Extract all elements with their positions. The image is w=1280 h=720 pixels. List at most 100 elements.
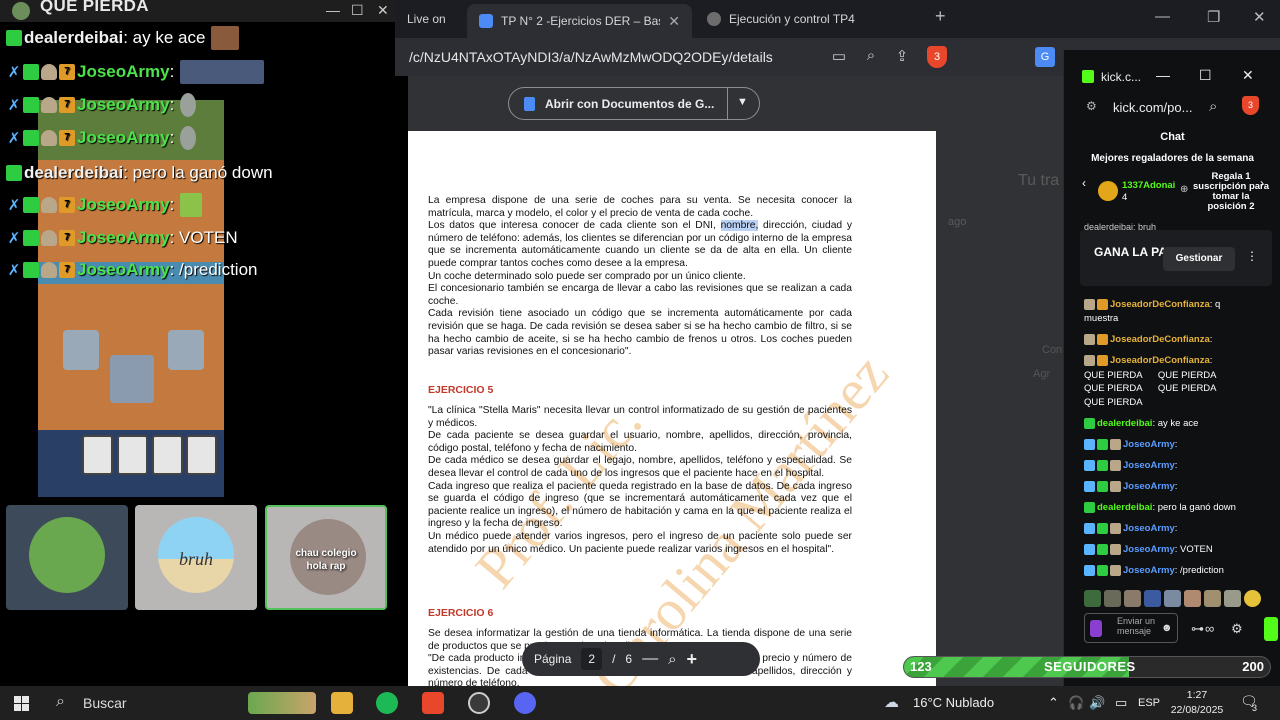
tab-live[interactable]: Live on (395, 4, 470, 34)
popup-url[interactable]: kick.com/po... (1113, 100, 1192, 115)
chat-username: dealerdeibai (24, 28, 124, 47)
tab-ejercicios-der[interactable]: TP N° 2 -Ejercicios DER – Base de ✕ (467, 4, 692, 38)
pin-icon[interactable]: ⊶ (1191, 621, 1204, 637)
exercise-heading: EJERCICIO 5 (428, 384, 494, 396)
chevron-left-icon[interactable]: ‹ (1082, 176, 1086, 190)
paragraph: De cada paciente se desea guardar el usu… (428, 430, 852, 454)
chat-text: : (1209, 355, 1213, 366)
site-settings-icon[interactable]: ⚙ (1086, 99, 1097, 113)
emote-icon[interactable] (1104, 590, 1121, 607)
chat-text: QUE PIERDA QUE PIERDA (1084, 370, 1217, 381)
zoom-icon[interactable]: ⌕ (861, 47, 881, 67)
battery-icon[interactable]: ▭ (1115, 695, 1127, 711)
emote-icon[interactable] (1204, 590, 1221, 607)
emote-icon[interactable] (1244, 590, 1261, 607)
weather-label[interactable]: 16°C Nublado (913, 695, 994, 710)
manage-button[interactable]: Gestionar (1163, 247, 1235, 271)
taskbar-search[interactable]: ⌕ Buscar (48, 690, 238, 716)
language-label[interactable]: ESP (1138, 697, 1160, 709)
translate-icon[interactable]: G (1035, 47, 1055, 67)
hat-badge-icon (41, 262, 57, 278)
chat-text: : VOTEN (169, 228, 238, 247)
divider (727, 88, 728, 119)
popup-urlbar: ⚙ kick.com/po... ⌕ 3 (1064, 92, 1280, 122)
pinned-prediction: GANA LA PARTIDA... Gestionar ⋮ (1080, 230, 1272, 286)
emote-icon[interactable] (1164, 590, 1181, 607)
emote-icon[interactable] (1224, 590, 1241, 607)
windows-start-icon[interactable] (14, 696, 29, 711)
close-icon[interactable]: ✕ (377, 2, 389, 19)
restore-icon[interactable]: ☐ (351, 2, 364, 19)
headset-icon[interactable]: 🎧 (1068, 695, 1084, 711)
tab-ejecucion-tp4[interactable]: Ejecución y control TP4 (695, 4, 920, 34)
screen-icon[interactable]: ▭ (829, 47, 849, 67)
hat-badge-icon (41, 197, 57, 213)
chat-message: JoseadorDeConfianza: (1084, 333, 1212, 346)
sword-badge-icon: ✗ (7, 230, 21, 247)
search-label: Buscar (83, 695, 127, 711)
emote-icon[interactable] (1184, 590, 1201, 607)
cam-label: chau colegio hola rap (295, 548, 357, 572)
obs-icon[interactable] (468, 692, 490, 714)
close-tab-icon[interactable]: ✕ (668, 13, 680, 30)
open-with-docs-button[interactable]: Abrir con Documentos de G... ▼ (508, 87, 760, 120)
open-with-label: Abrir con Documentos de G... (545, 96, 715, 111)
minimize-icon[interactable]: — (1155, 8, 1170, 25)
chat-message: QUE PIERDA QUE PIERDA (1084, 382, 1217, 395)
sword-badge-icon (1084, 460, 1095, 471)
brave-shield-icon[interactable]: 3 (1242, 96, 1259, 115)
emote-icon[interactable] (1084, 590, 1101, 607)
game-tower (168, 330, 204, 370)
chat-text: muestra (1084, 313, 1119, 324)
chat-username: dealerdeibai (1097, 418, 1153, 429)
restore-icon[interactable]: ❐ (1207, 8, 1220, 26)
user-badge-icon[interactable] (1090, 620, 1102, 637)
hat-badge-icon (1084, 334, 1095, 345)
chat-text: : (1209, 334, 1213, 345)
chat-message: QUE PIERDA QUE PIERDA (1084, 369, 1217, 382)
seven-badge-icon (1097, 334, 1108, 345)
paragraph-block: La empresa dispone de una serie de coche… (428, 195, 852, 359)
widget-icon[interactable] (248, 692, 316, 714)
new-tab-button[interactable]: + (935, 6, 946, 27)
avatar (29, 517, 105, 593)
search-icon[interactable]: ⌕ (668, 651, 676, 668)
minimize-icon[interactable]: — (1156, 67, 1170, 83)
brave-icon[interactable] (422, 692, 444, 714)
chat-text: : (1174, 481, 1178, 492)
hat-badge-icon (1084, 355, 1095, 366)
zoom-icon[interactable]: ⌕ (1209, 98, 1217, 115)
chat-input[interactable]: Enviar un mensaje ☻ (1084, 613, 1178, 643)
minimize-icon[interactable]: — (326, 2, 340, 18)
paragraph: Un médico puede atender varios ingresos,… (428, 530, 852, 555)
chevron-right-icon[interactable]: › (1260, 176, 1264, 190)
brave-shield-icon[interactable]: 3 (927, 46, 947, 68)
discord-icon[interactable] (514, 692, 536, 714)
close-icon[interactable]: ✕ (1242, 67, 1254, 84)
share-icon[interactable]: ⇪ (892, 47, 912, 67)
zoom-in-icon[interactable]: + (687, 649, 698, 670)
maximize-icon[interactable]: ☐ (1199, 67, 1212, 84)
url-field[interactable]: /c/NzU4NTAxOTAyNDI3/a/NzAwMzMwODQ2ODEy/d… (409, 49, 773, 65)
send-button[interactable] (1264, 617, 1278, 641)
chevron-down-icon[interactable]: ▼ (737, 96, 748, 108)
emote-icon[interactable] (1144, 590, 1161, 607)
settings-icon[interactable]: ⚙ (1231, 621, 1243, 637)
infinity-icon[interactable]: ∞ (1205, 621, 1214, 636)
emoji-icon[interactable]: ☻ (1161, 622, 1173, 634)
gift-cta[interactable]: Regala 1 suscripción para tomar la posic… (1192, 172, 1270, 212)
chevron-up-icon[interactable]: ⌃ (1048, 695, 1059, 711)
file-explorer-icon[interactable] (331, 692, 353, 714)
hat-badge-icon (1110, 565, 1121, 576)
kick-badge-icon (6, 165, 22, 181)
webcam-tile: bruh (135, 505, 257, 610)
volume-icon[interactable]: 🔊 (1089, 695, 1105, 711)
page-number-input[interactable]: 2 (581, 648, 603, 670)
more-options-icon[interactable]: ⋮ (1246, 249, 1258, 263)
close-window-icon[interactable]: ✕ (1253, 8, 1266, 26)
zoom-out-icon[interactable]: — (642, 650, 658, 668)
seven-badge-icon: 7 (59, 97, 75, 113)
clock[interactable]: 1:27 22/08/2025 (1166, 688, 1228, 718)
emote-icon[interactable] (1124, 590, 1141, 607)
spotify-icon[interactable] (376, 692, 398, 714)
